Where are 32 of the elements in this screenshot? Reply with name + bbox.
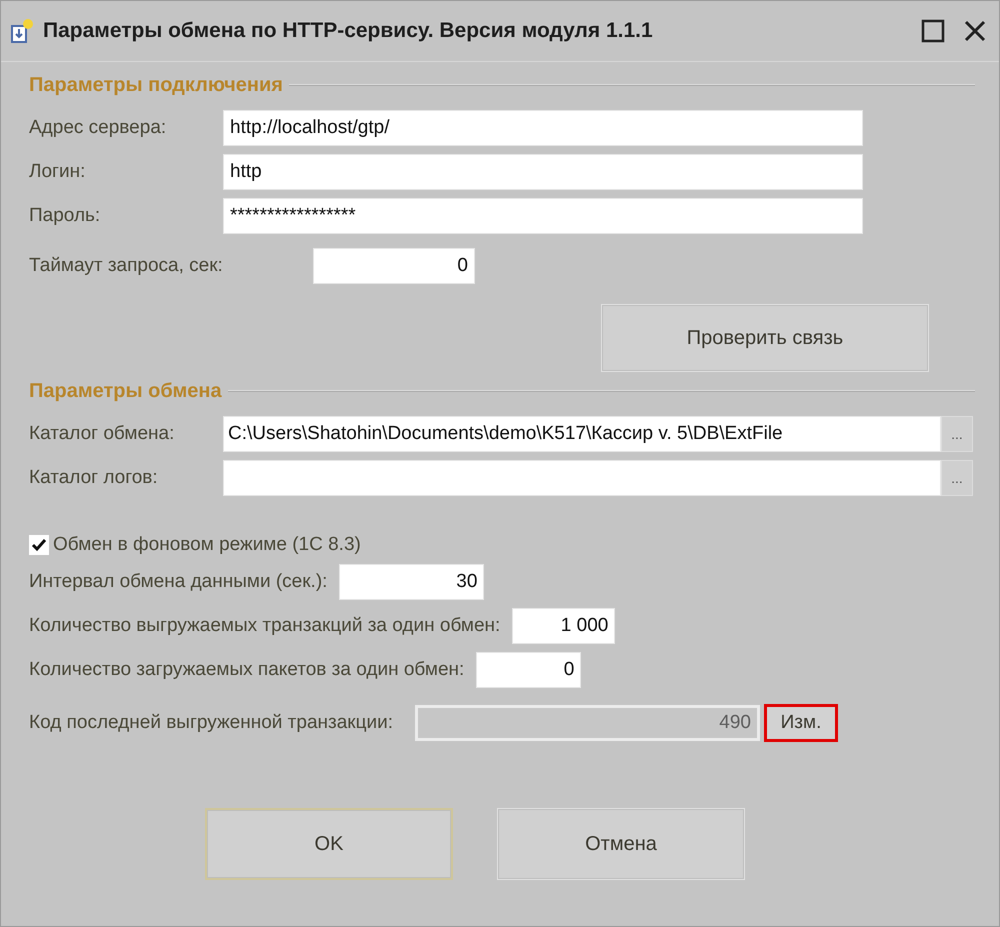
input-field[interactable]: http://localhost/gtp/ bbox=[223, 110, 863, 146]
field-label: Логин: bbox=[29, 161, 86, 183]
field-label: Количество загружаемых пакетов за один обмен: bbox=[29, 659, 464, 681]
ok-button[interactable]: OK bbox=[205, 808, 453, 880]
field-label: Адрес сервера: bbox=[29, 117, 168, 139]
cancel-button[interactable]: Отмена bbox=[497, 808, 745, 880]
input-field[interactable]: 30 bbox=[339, 564, 484, 600]
checkbox-label: Обмен в фоновом режиме (1С 8.3) bbox=[53, 534, 361, 556]
maximize-icon[interactable] bbox=[921, 19, 945, 43]
window-title: Параметры обмена по HTTP-сервису. Версия модуля 1.1.1 bbox=[43, 19, 654, 43]
input-field[interactable]: C:\Users\Shatohin\Documents\demo\K517\Кассир v. 5\DB\ExtFile bbox=[223, 416, 941, 452]
field-label: Количество выгружаемых транзакций за один обмен: bbox=[29, 615, 500, 637]
field-label: Каталог логов: bbox=[29, 467, 159, 489]
section-title: Параметры обмена bbox=[29, 380, 222, 402]
field-label: Интервал обмена данными (сек.): bbox=[29, 571, 328, 593]
field-label: Таймаут запроса, сек: bbox=[29, 255, 224, 277]
browse-button[interactable]: ... bbox=[941, 416, 973, 452]
input-field[interactable]: 0 bbox=[476, 652, 582, 688]
close-icon[interactable] bbox=[963, 19, 987, 43]
input-field[interactable]: ***************** bbox=[223, 198, 863, 234]
section-title: Параметры подключения bbox=[29, 74, 283, 96]
input-field[interactable] bbox=[223, 460, 941, 496]
checkbox[interactable] bbox=[29, 535, 49, 555]
field-label: Код последней выгруженной транзакции: bbox=[29, 712, 393, 734]
input-field[interactable]: 0 bbox=[313, 248, 475, 284]
input-field[interactable]: 1 000 bbox=[512, 608, 616, 644]
check-connection-button[interactable]: Проверить связь bbox=[601, 304, 929, 372]
browse-button[interactable]: ... bbox=[941, 460, 973, 496]
field-label: Пароль: bbox=[29, 205, 102, 227]
input-field[interactable]: http bbox=[223, 154, 863, 190]
field-label: Каталог обмена: bbox=[29, 423, 176, 445]
document-icon bbox=[9, 18, 35, 44]
